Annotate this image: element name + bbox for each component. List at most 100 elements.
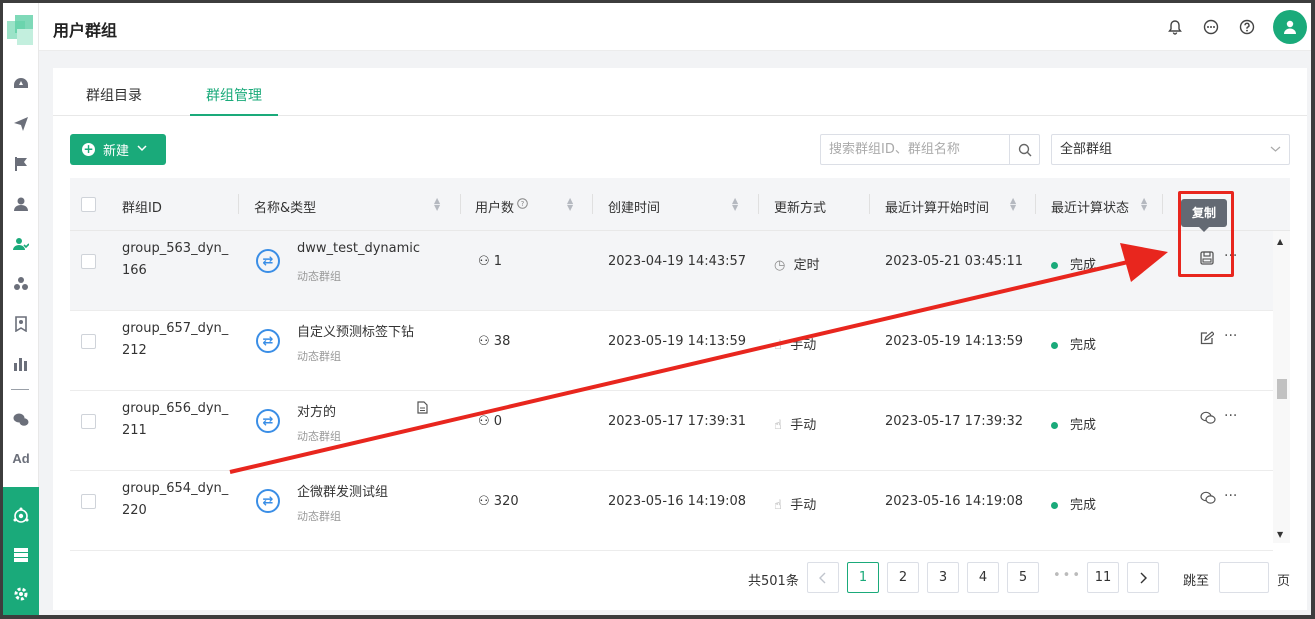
page-4[interactable]: 4 (967, 562, 999, 593)
created-time: 2023-04-19 14:43:57 (608, 254, 747, 269)
main-card: 群组目录 群组管理 + 新建 全部群组 群组ID (53, 68, 1307, 610)
ad-icon[interactable]: Ad (8, 451, 34, 466)
page-ellipsis[interactable]: ••• (1053, 568, 1082, 583)
page-1[interactable]: 1 (847, 562, 879, 593)
sort-icon[interactable]: ▲ ▼ (1141, 197, 1147, 212)
new-button-label: 新建 (103, 144, 130, 159)
wechat-icon[interactable] (1200, 491, 1216, 509)
settings-icon[interactable] (10, 583, 32, 605)
last-calc-start: 2023-05-21 03:45:11 (885, 254, 1024, 269)
dynamic-group-icon: ⇄ (256, 409, 280, 433)
dynamic-group-icon: ⇄ (256, 329, 280, 353)
status-dot (1051, 262, 1058, 269)
user-group-icon[interactable] (10, 233, 32, 255)
table-header: 群组ID 名称&类型 ▲ ▼ 用户数 ? ▲ ▼ 创建时间 ▲ ▼ 更新方式 最近计算… (70, 178, 1290, 231)
col-name-type: 名称&类型 (254, 201, 317, 216)
group-type: 动态群组 (297, 430, 341, 443)
page-5[interactable]: 5 (1007, 562, 1039, 593)
tab-group-management[interactable]: 群组管理 (206, 85, 262, 105)
help-icon[interactable] (1237, 17, 1257, 37)
row-checkbox[interactable] (81, 254, 96, 269)
tab-group-directory[interactable]: 群组目录 (86, 85, 142, 105)
sort-icon[interactable]: ▲ ▼ (1010, 197, 1016, 212)
sort-icon[interactable]: ▲ ▼ (567, 197, 573, 212)
more-icon[interactable]: ··· (1224, 488, 1237, 504)
flag-icon[interactable] (10, 153, 32, 175)
help-icon[interactable]: ? (517, 198, 528, 213)
wechat-icon[interactable] (10, 409, 32, 431)
users-icon: ⚇ (478, 334, 490, 349)
page-3[interactable]: 3 (927, 562, 959, 593)
group-id: group_654_dyn_ 220 (122, 481, 229, 518)
bell-icon[interactable] (1165, 17, 1185, 37)
app-frame: Ad 用户群组 群组目录 群组管理 + 新建 搜索群组ID、群组名称 全部群组 … (3, 3, 1311, 615)
table-row[interactable]: group_657_dyn_ 212 ⇄ 自定义预测标签下钻 动态群组 ⚇ 38 … (70, 311, 1273, 391)
server-icon[interactable] (10, 544, 32, 566)
avatar[interactable] (1273, 10, 1307, 44)
send-icon[interactable] (10, 113, 32, 135)
bar-chart-icon[interactable] (10, 353, 32, 375)
annotation-highlight-box (1178, 191, 1234, 277)
table-row[interactable]: group_563_dyn_ 166 ⇄ dww_test_dynamic 动态群… (70, 231, 1273, 311)
update-method: ☝ 手动 (774, 418, 817, 433)
table-row[interactable]: group_656_dyn_ 211 ⇄ 对方的 动态群组 ⚇ 0 2023-05… (70, 391, 1273, 471)
page-title: 用户群组 (53, 21, 118, 40)
search-input[interactable] (821, 135, 1009, 164)
prev-page-button[interactable] (807, 562, 839, 593)
users-icon: ⚇ (478, 414, 490, 429)
search-box (820, 134, 1040, 165)
row-checkbox[interactable] (81, 334, 96, 349)
group-type: 动态群组 (297, 270, 341, 283)
users-icon: ⚇ (478, 254, 490, 269)
jump-label: 跳至 (1183, 574, 1210, 589)
group-id: group_656_dyn_ 211 (122, 401, 229, 438)
update-method: ◷ 定时 (774, 258, 820, 273)
wechat-icon[interactable] (1200, 411, 1216, 429)
select-all-checkbox[interactable] (81, 197, 96, 212)
page-2[interactable]: 2 (887, 562, 919, 593)
row-checkbox[interactable] (81, 494, 96, 509)
sort-icon[interactable]: ▲ ▼ (434, 197, 440, 212)
col-last-calc-start: 最近计算开始时间 (885, 201, 990, 216)
sort-icon[interactable]: ▲ ▼ (732, 197, 738, 212)
edit-icon[interactable] (1200, 331, 1215, 349)
row-checkbox[interactable] (81, 414, 96, 429)
last-calc-start: 2023-05-17 17:39:32 (885, 414, 1024, 429)
clock-icon: ◷ (774, 258, 786, 273)
dashboard-icon[interactable] (10, 73, 32, 95)
status-dot (1051, 502, 1058, 509)
more-icon[interactable]: ··· (1224, 328, 1237, 344)
tag-icon[interactable] (10, 313, 32, 335)
last-calc-start: 2023-05-19 14:13:59 (885, 334, 1024, 349)
message-icon[interactable] (1201, 17, 1221, 37)
status-dot (1051, 342, 1058, 349)
dynamic-group-icon: ⇄ (256, 489, 280, 513)
group-filter-select[interactable]: 全部群组 (1051, 134, 1290, 165)
segments-icon[interactable] (10, 273, 32, 295)
group-id: group_657_dyn_ 212 (122, 321, 229, 358)
more-icon[interactable]: ··· (1224, 408, 1237, 424)
scroll-thumb (1277, 379, 1287, 399)
new-button[interactable]: + 新建 (70, 134, 166, 165)
document-icon[interactable] (417, 401, 428, 418)
group-name[interactable]: 对方的 (297, 401, 336, 420)
next-page-button[interactable] (1127, 562, 1159, 593)
table-row[interactable]: group_654_dyn_ 220 ⇄ 企微群发测试组 动态群组 ⚇ 320 2… (70, 471, 1273, 551)
group-id: group_563_dyn_ 166 (122, 241, 229, 278)
group-name[interactable]: 企微群发测试组 (297, 481, 388, 500)
plus-icon: + (82, 142, 95, 156)
page-11[interactable]: 11 (1087, 562, 1119, 593)
jump-page-input[interactable] (1219, 562, 1269, 593)
col-user-count: 用户数 (475, 201, 515, 216)
ai-hub-icon[interactable] (10, 505, 32, 527)
user-count: ⚇ 1 (478, 254, 503, 269)
group-name[interactable]: dww_test_dynamic (297, 241, 420, 256)
last-calc-status: 完成 (1051, 414, 1096, 433)
hand-icon: ☝ (774, 338, 782, 353)
logo (3, 11, 39, 51)
user-count: ⚇ 0 (478, 414, 503, 429)
user-icon[interactable] (10, 193, 32, 215)
table-scrollbar[interactable]: ▲ ▼ (1273, 231, 1290, 543)
search-icon[interactable] (1009, 135, 1039, 164)
group-name[interactable]: 自定义预测标签下钻 (297, 321, 414, 340)
